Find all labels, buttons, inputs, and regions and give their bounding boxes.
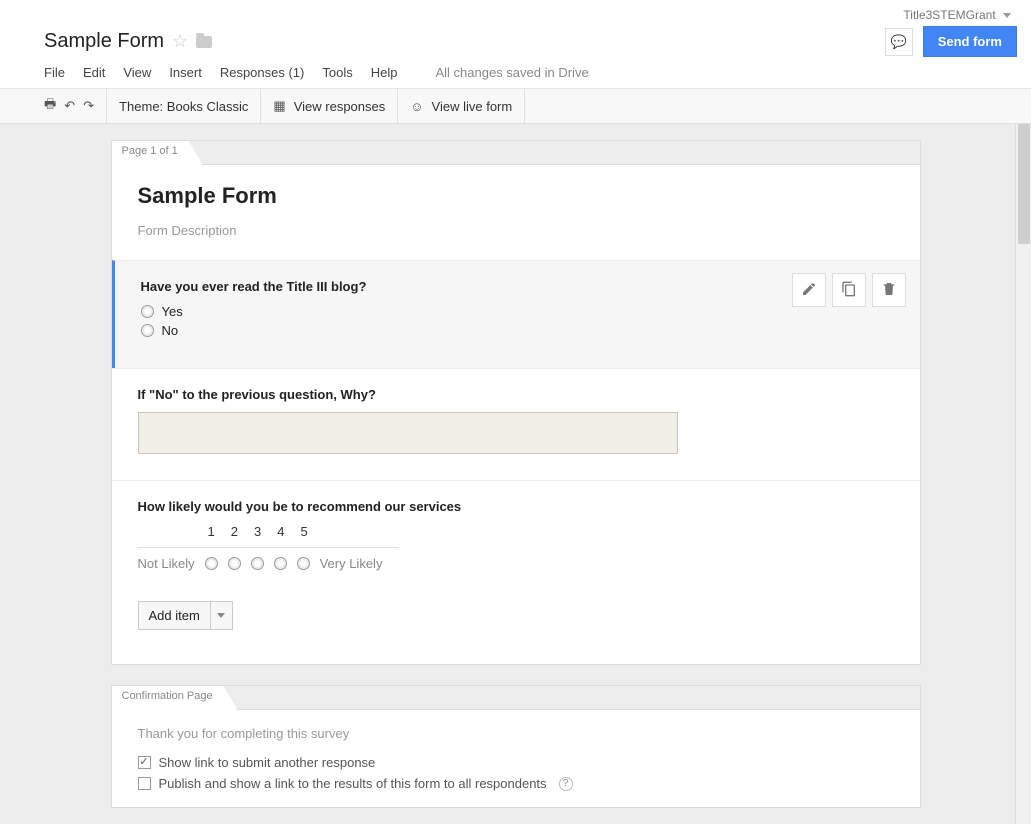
view-live-form-button[interactable]: ☺ View live form <box>398 89 525 123</box>
menu-responses[interactable]: Responses (1) <box>220 65 305 80</box>
question-1[interactable]: Have you ever read the Title III blog? Y… <box>112 260 920 368</box>
confirm-opt1-label: Show link to submit another response <box>159 755 376 770</box>
edit-question-button[interactable] <box>792 273 826 307</box>
q1-option-yes-label: Yes <box>162 304 183 319</box>
account-name: Title3STEMGrant <box>903 8 995 22</box>
scrollbar[interactable] <box>1015 124 1031 824</box>
theme-label: Theme: Books Classic <box>119 99 248 114</box>
checkbox-publish-results[interactable] <box>138 777 151 790</box>
divider <box>138 547 398 548</box>
menu-help[interactable]: Help <box>371 65 398 80</box>
q1-option-no[interactable]: No <box>141 323 894 338</box>
print-icon[interactable]: 🖶 <box>44 95 56 117</box>
scale-radio-4[interactable] <box>274 557 287 570</box>
caret-down-icon <box>1003 13 1011 18</box>
form-card: Page 1 of 1 Sample Form Form Description <box>111 140 921 665</box>
radio-icon <box>141 324 154 337</box>
save-status: All changes saved in Drive <box>435 65 588 80</box>
caret-down-icon <box>217 613 225 618</box>
document-title[interactable]: Sample Form <box>44 30 164 53</box>
trash-icon <box>881 281 897 300</box>
add-item-label: Add item <box>139 602 210 629</box>
delete-question-button[interactable] <box>872 273 906 307</box>
q1-option-yes[interactable]: Yes <box>141 304 894 319</box>
q1-option-no-label: No <box>162 323 179 338</box>
confirm-opt2-label: Publish and show a link to the results o… <box>159 776 547 791</box>
scale-numbers: 1 2 3 4 5 <box>208 524 894 539</box>
menu-file[interactable]: File <box>44 65 65 80</box>
undo-icon[interactable]: ↶ <box>64 98 75 114</box>
scale-num-3: 3 <box>254 524 261 539</box>
scale-low-label: Not Likely <box>138 556 195 571</box>
question-3-title: How likely would you be to recommend our… <box>138 499 894 514</box>
redo-icon[interactable]: ↷ <box>83 98 94 114</box>
add-item-dropdown[interactable] <box>210 602 232 629</box>
send-form-button[interactable]: Send form <box>923 26 1017 57</box>
add-item-button[interactable]: Add item <box>138 601 233 630</box>
star-icon[interactable]: ☆ <box>172 31 188 52</box>
scale-num-2: 2 <box>231 524 238 539</box>
view-responses-button[interactable]: ▦ View responses <box>261 89 398 123</box>
view-responses-label: View responses <box>294 99 386 114</box>
pencil-icon <box>801 281 817 300</box>
menu-insert[interactable]: Insert <box>169 65 202 80</box>
copy-icon <box>841 281 857 300</box>
question-1-title: Have you ever read the Title III blog? <box>141 279 894 294</box>
duplicate-question-button[interactable] <box>832 273 866 307</box>
confirmation-message[interactable]: Thank you for completing this survey <box>138 726 894 741</box>
menu-bar: File Edit View Insert Responses (1) Tool… <box>14 59 1017 88</box>
view-live-label: View live form <box>432 99 513 114</box>
help-icon[interactable]: ? <box>559 777 573 791</box>
menu-tools[interactable]: Tools <box>322 65 352 80</box>
checkbox-show-link[interactable] <box>138 756 151 769</box>
question-3[interactable]: How likely would you be to recommend our… <box>112 480 920 664</box>
scale-radio-3[interactable] <box>251 557 264 570</box>
question-2[interactable]: If "No" to the previous question, Why? <box>112 368 920 480</box>
form-title[interactable]: Sample Form <box>138 183 894 209</box>
paragraph-answer-box <box>138 412 678 454</box>
menu-edit[interactable]: Edit <box>83 65 105 80</box>
account-menu[interactable]: Title3STEMGrant <box>14 6 1017 24</box>
scale-num-5: 5 <box>300 524 307 539</box>
scrollbar-thumb[interactable] <box>1018 124 1030 244</box>
scale-num-1: 1 <box>208 524 215 539</box>
confirmation-card: Confirmation Page Thank you for completi… <box>111 685 921 808</box>
radio-icon <box>141 305 154 318</box>
form-description[interactable]: Form Description <box>138 223 894 238</box>
question-2-title: If "No" to the previous question, Why? <box>138 387 894 402</box>
page-tab: Page 1 of 1 <box>112 141 203 165</box>
theme-button[interactable]: Theme: Books Classic <box>107 89 261 123</box>
scale-radio-2[interactable] <box>228 557 241 570</box>
scale-radio-5[interactable] <box>297 557 310 570</box>
table-icon: ▦ <box>273 98 285 114</box>
comment-icon: 💬 <box>891 34 907 50</box>
person-icon: ☺ <box>410 99 423 114</box>
comments-button[interactable]: 💬 <box>885 28 913 56</box>
toolbar: 🖶 ↶ ↷ Theme: Books Classic ▦ View respon… <box>0 88 1031 124</box>
scale-num-4: 4 <box>277 524 284 539</box>
menu-view[interactable]: View <box>123 65 151 80</box>
confirmation-tab: Confirmation Page <box>112 686 238 710</box>
scale-high-label: Very Likely <box>320 556 383 571</box>
folder-icon[interactable] <box>196 36 212 48</box>
scale-radio-1[interactable] <box>205 557 218 570</box>
